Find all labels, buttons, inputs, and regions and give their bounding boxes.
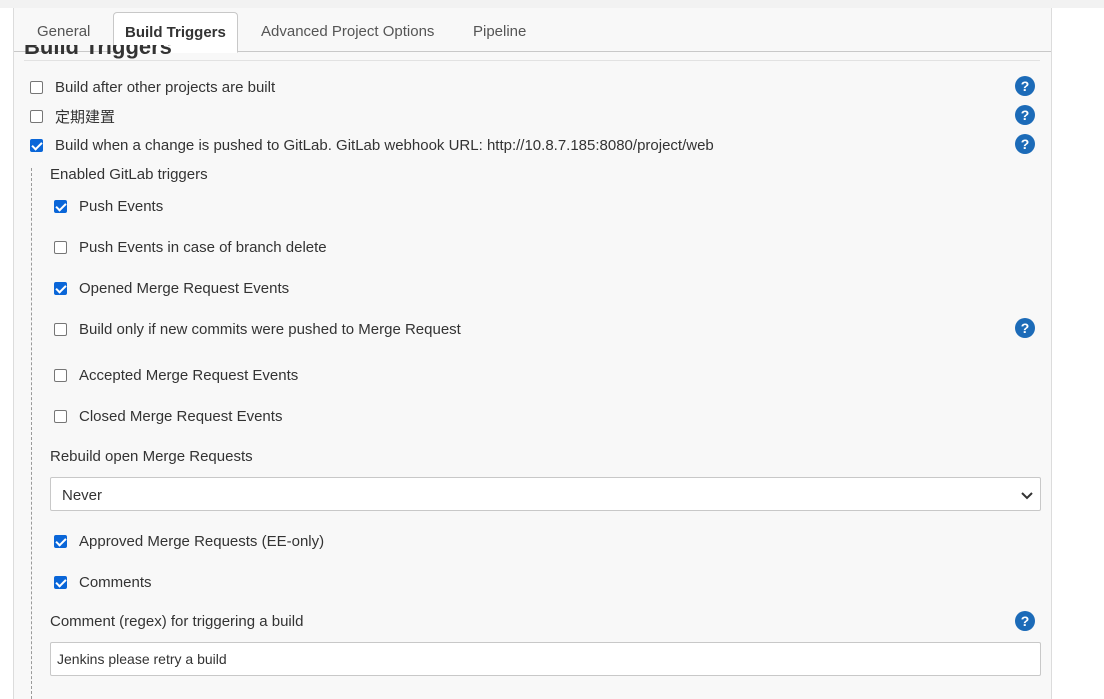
help-circle-icon[interactable]: ?: [1015, 76, 1035, 96]
after-other-projects-checkbox[interactable]: [30, 80, 43, 94]
push-branch-delete-checkbox[interactable]: [54, 240, 67, 254]
section-divider: [24, 60, 1040, 61]
help-circle-icon[interactable]: ?: [1015, 134, 1035, 154]
opened-mr-checkbox[interactable]: [54, 281, 67, 295]
rebuild-open-mr-label: Rebuild open Merge Requests: [50, 448, 253, 465]
opened-mr-label: Opened Merge Request Events: [79, 279, 290, 297]
comment-regex-label: Comment (regex) for triggering a build: [50, 613, 304, 630]
help-circle-icon[interactable]: ?: [1015, 611, 1035, 631]
option-comments[interactable]: Comments: [54, 572, 152, 592]
approved-mr-label: Approved Merge Requests (EE-only): [79, 532, 325, 550]
option-opened-mr[interactable]: Opened Merge Request Events: [54, 278, 289, 298]
gitlab-push-checkbox[interactable]: [30, 138, 43, 152]
new-commits-only-checkbox[interactable]: [54, 322, 67, 336]
enabled-gitlab-triggers-label: Enabled GitLab triggers: [50, 166, 208, 183]
accepted-mr-label: Accepted Merge Request Events: [79, 366, 299, 384]
closed-mr-checkbox[interactable]: [54, 409, 67, 423]
top-strip: [0, 0, 1104, 8]
trigger-after-other-projects[interactable]: Build after other projects are built: [30, 77, 275, 97]
config-panel: General Build Triggers Advanced Project …: [13, 8, 1052, 699]
comments-checkbox[interactable]: [54, 575, 67, 589]
push-branch-delete-label: Push Events in case of branch delete: [79, 238, 327, 256]
trigger-gitlab-push[interactable]: Build when a change is pushed to GitLab.…: [30, 135, 714, 155]
push-events-checkbox[interactable]: [54, 199, 67, 213]
rebuild-open-mr-select[interactable]: Never: [50, 477, 1041, 511]
help-circle-icon[interactable]: ?: [1015, 318, 1035, 338]
option-push-events[interactable]: Push Events: [54, 196, 163, 216]
option-new-commits-only[interactable]: Build only if new commits were pushed to…: [54, 319, 461, 339]
rebuild-select-value: Never: [62, 487, 103, 504]
comment-regex-input[interactable]: [50, 642, 1041, 676]
nested-indent-line: [31, 168, 32, 699]
accepted-mr-checkbox[interactable]: [54, 368, 67, 382]
push-events-label: Push Events: [79, 197, 164, 215]
option-accepted-mr[interactable]: Accepted Merge Request Events: [54, 365, 298, 385]
option-approved-mr[interactable]: Approved Merge Requests (EE-only): [54, 531, 324, 551]
trigger-periodic[interactable]: 定期建置: [30, 106, 115, 126]
periodic-checkbox[interactable]: [30, 109, 43, 123]
closed-mr-label: Closed Merge Request Events: [79, 407, 283, 425]
option-closed-mr[interactable]: Closed Merge Request Events: [54, 406, 282, 426]
tab-advanced-project-options[interactable]: Advanced Project Options: [261, 12, 434, 52]
periodic-label: 定期建置: [55, 108, 116, 126]
chevron-down-icon: [1021, 492, 1033, 500]
new-commits-only-label: Build only if new commits were pushed to…: [79, 320, 461, 338]
tab-pipeline[interactable]: Pipeline: [473, 12, 526, 52]
comments-label: Comments: [79, 573, 152, 591]
gitlab-push-label: Build when a change is pushed to GitLab.…: [55, 136, 714, 154]
help-circle-icon[interactable]: ?: [1015, 105, 1035, 125]
option-push-branch-delete[interactable]: Push Events in case of branch delete: [54, 237, 327, 257]
approved-mr-checkbox[interactable]: [54, 534, 67, 548]
after-other-projects-label: Build after other projects are built: [55, 78, 276, 96]
